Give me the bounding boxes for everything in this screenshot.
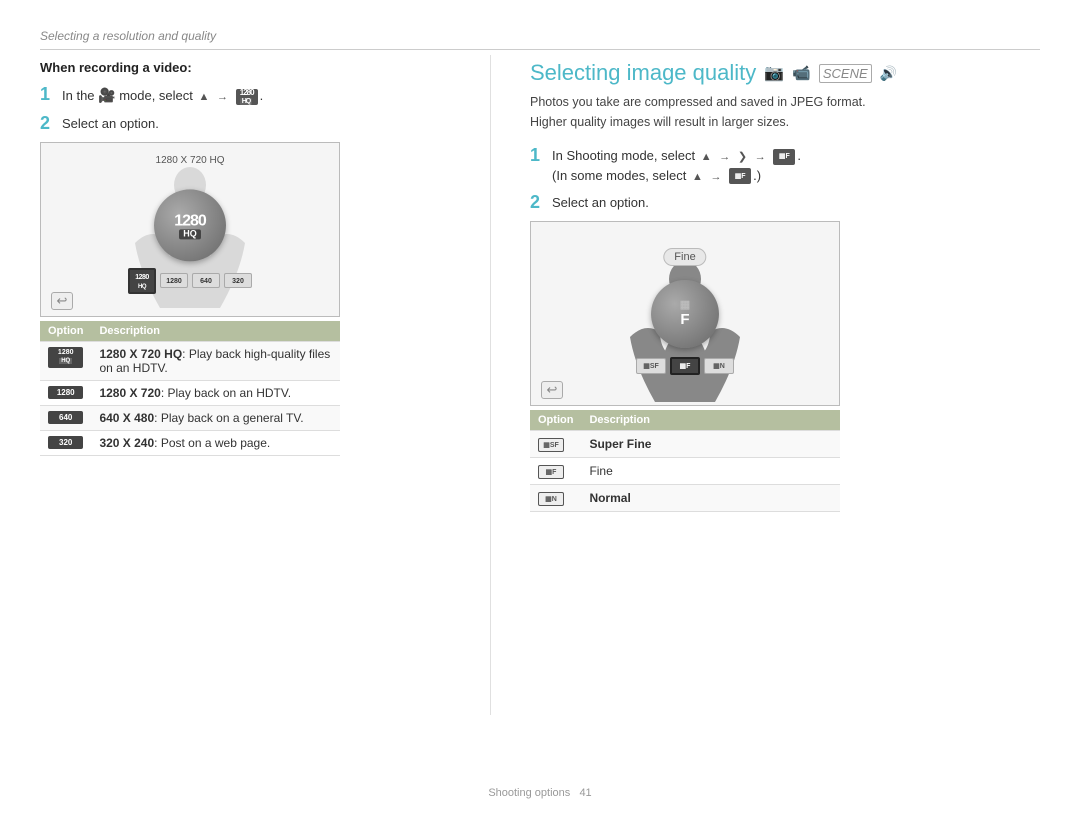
when-recording-label: When recording a video: — [40, 60, 500, 75]
scene-icon: SCENE — [819, 64, 872, 83]
back-arrow-right: ↩ — [541, 381, 563, 399]
table-header-row: Option Description — [40, 321, 340, 342]
arrow-up-icon: ▲ — [701, 149, 712, 166]
left-options-row: 1280HQ 1280 640 320 — [128, 268, 252, 294]
left-preview-box: 1280 X 720 HQ 1280 HQ 1280HQ 1280 640 32… — [40, 142, 340, 317]
right-col-option-header: Option — [530, 410, 581, 431]
arrow-icon: ▲ — [199, 89, 210, 106]
page-footer: Shooting options 41 — [0, 787, 1080, 799]
option-fine-selected: ▦F — [670, 357, 700, 375]
back-arrow: ↩ — [51, 292, 73, 310]
dial-label: 1280 X 720 HQ — [156, 155, 225, 166]
table-row: ▦N Normal — [530, 484, 840, 511]
option-1280hq-selected: 1280HQ — [128, 268, 156, 294]
right-column: Selecting image quality 📷 📹 SCENE 🔊 Phot… — [530, 60, 1040, 512]
video-mode-icon: 🎥 — [98, 87, 115, 103]
right-table-header-row: Option Description — [530, 410, 840, 431]
table-row: 320 320 X 240: Post on a web page. — [40, 430, 340, 455]
table-row: 1280 1280 X 720: Play back on an HDTV. — [40, 380, 340, 405]
table-row: ▦F Fine — [530, 457, 840, 484]
option-1280: 1280 — [160, 273, 188, 288]
camera-icon-1: 📷 — [764, 63, 784, 83]
option-superfine: ▦SF — [636, 358, 666, 374]
right-preview-box: Fine ▦ F ▦SF ▦F ▦N ↩ — [530, 221, 840, 406]
right-step-2: 2 Select an option. — [530, 193, 1040, 213]
right-option-table: Option Description ▦SF Super Fine ▦F Fin… — [530, 410, 840, 512]
option-320: 320 — [224, 273, 252, 288]
table-row: 1280HQ 1280 X 720 HQ: Play back high-qua… — [40, 341, 340, 380]
left-option-table: Option Description 1280HQ 1280 X 720 HQ:… — [40, 321, 340, 456]
fine-label: Fine — [663, 248, 706, 266]
right-description: Photos you take are compressed and saved… — [530, 92, 1040, 132]
table-row: 640 640 X 480: Play back on a general TV… — [40, 405, 340, 430]
breadcrumb: Selecting a resolution and quality — [40, 28, 1040, 50]
left-column: When recording a video: 1 In the 🎥 mode,… — [40, 60, 500, 456]
col-option-header: Option — [40, 321, 91, 342]
right-col-desc-header: Description — [581, 410, 840, 431]
right-step-1: 1 In Shooting mode, select ▲ → ❯ → ▦F. (… — [530, 146, 1040, 185]
option-640: 640 — [192, 273, 220, 288]
camera-icon-2: 📹 — [792, 64, 811, 82]
step-1: 1 In the 🎥 mode, select ▲ → 1280HQ. — [40, 85, 500, 106]
section-title: Selecting image quality 📷 📹 SCENE 🔊 — [530, 60, 1040, 86]
speaker-icon: 🔊 — [880, 65, 897, 82]
right-options-row: ▦SF ▦F ▦N — [636, 357, 734, 375]
hq-badge: 1280HQ — [236, 89, 258, 105]
col-desc-header: Description — [91, 321, 340, 342]
option-normal: ▦N — [704, 358, 734, 374]
quality-icon: ▦F — [773, 149, 795, 165]
table-row: ▦SF Super Fine — [530, 430, 840, 457]
step-2: 2 Select an option. — [40, 114, 500, 134]
quality-icon-2: ▦F — [729, 168, 751, 184]
left-dial: 1280 HQ — [154, 190, 226, 262]
arrow-up-icon-2: ▲ — [692, 169, 703, 186]
right-dial: ▦ F — [651, 280, 719, 348]
